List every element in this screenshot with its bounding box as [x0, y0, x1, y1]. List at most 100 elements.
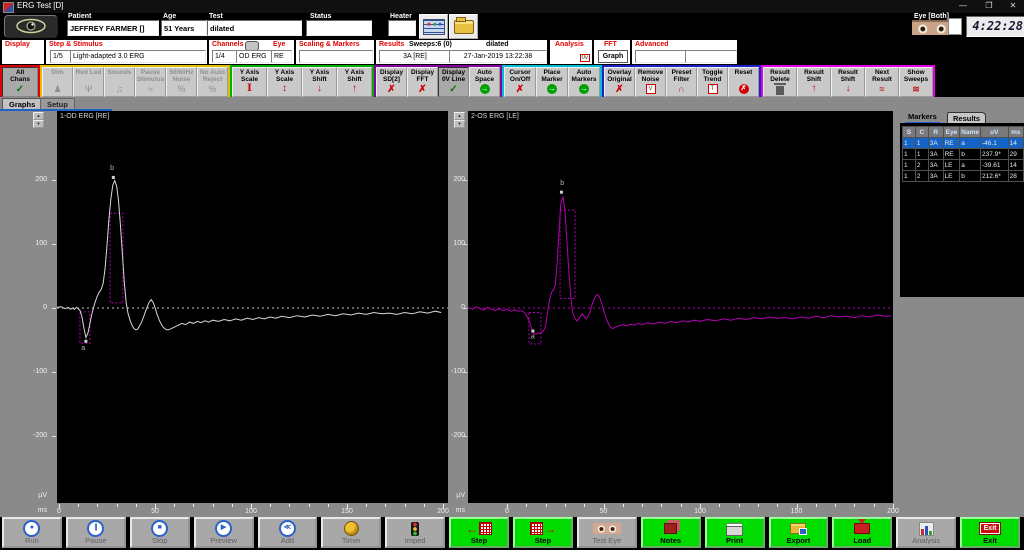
fft-mode-field[interactable]: Graph	[598, 50, 628, 63]
column-header-r[interactable]: R	[927, 126, 944, 138]
column-header-ms[interactable]: ms	[1007, 126, 1024, 138]
stimulus-name-field[interactable]: Light-adapted 3.0 ERG	[70, 50, 206, 63]
channel-eye-field[interactable]: RE	[271, 50, 292, 63]
add-button[interactable]: ≪ Add	[257, 517, 318, 548]
step-stimulus-section[interactable]: Step & Stimulus 1/5 Light-adapted 3.0 ER…	[45, 39, 208, 65]
toolbar-button-sounds[interactable]: Sounds ♫	[104, 67, 135, 97]
toolbar-button-show-sweeps[interactable]: Show Sweeps ≋	[899, 67, 933, 97]
advanced-field-1[interactable]	[635, 50, 687, 63]
toolbar-button-overlay-original[interactable]: Overlay Original ✗	[604, 67, 635, 97]
spinner-up-icon[interactable]: ▲	[33, 112, 44, 120]
toolbar-button-place-marker[interactable]: Place Marker →	[536, 67, 568, 97]
toolbar-button-y-axis-scale-expand[interactable]: Y Axis Scale I	[232, 67, 267, 97]
toolbar-button-result-delete[interactable]: Result Delete	[763, 67, 797, 97]
channels-section[interactable]: Channels Eye 1/4 OD ERG RE	[208, 39, 295, 65]
toolbar-button-toggle-trend[interactable]: Toggle Trend T	[697, 67, 728, 97]
analysis-button[interactable]: Analysis	[896, 517, 957, 548]
toolbar-button-50-60hz-noise[interactable]: 50/60Hz Noise%	[166, 67, 197, 97]
toolbar-button-preset-filter[interactable]: Preset Filter ∩	[666, 67, 697, 97]
marker-point-a[interactable]	[84, 339, 88, 343]
marker-point-a[interactable]	[531, 329, 535, 333]
result-datetime-field[interactable]: 27-Jan-2019 13:22:38	[449, 50, 547, 63]
status-field[interactable]	[306, 20, 372, 36]
column-header-uv[interactable]: uV	[980, 126, 1009, 138]
patient-field[interactable]	[67, 20, 159, 36]
channel-name-field[interactable]: OD ERG	[236, 50, 272, 63]
print-button[interactable]: Print	[704, 517, 765, 548]
archive-button[interactable]	[449, 14, 478, 39]
pause-button[interactable]: ∥ Pause	[65, 517, 126, 548]
results-section[interactable]: Results Sweeps:6 (0) dilated 3A [RE] 27-…	[375, 39, 548, 65]
maximize-button[interactable]: ❐	[978, 0, 1000, 12]
toolbar-button-y-axis-shift-up[interactable]: Y Axis Shift ↑	[337, 67, 372, 97]
spinner-down-icon[interactable]: ▼	[33, 120, 44, 128]
result-id-field[interactable]: 3A [RE]	[379, 50, 451, 63]
toolbar-button-auto-space[interactable]: Auto Space →	[469, 67, 500, 97]
analysis-section[interactable]: Analysis 0v	[549, 39, 593, 65]
test-eye-button[interactable]: Test Eye	[576, 517, 637, 548]
toolbar-button-display-0v-line[interactable]: Display 0V Line ✓	[438, 67, 469, 97]
spinner-up-icon[interactable]: ▲	[454, 112, 465, 120]
step-back-button[interactable]: ← Step	[449, 517, 509, 548]
exit-button[interactable]: Exit Exit	[960, 517, 1020, 548]
run-button[interactable]: ● Run	[2, 517, 62, 548]
test-field[interactable]	[207, 20, 302, 36]
channel-number-field[interactable]: 1/4	[212, 50, 238, 63]
toolbar-button-no-auto-reject[interactable]: No Auto Reject%	[197, 67, 228, 97]
column-header-s[interactable]: S	[902, 126, 916, 138]
toolbar-button-auto-markers[interactable]: Auto Markers →	[568, 67, 600, 97]
preview-button[interactable]: ▶ Preview	[193, 517, 254, 548]
graph2-spinner[interactable]: ▲ ▼	[454, 112, 465, 129]
column-header-c[interactable]: C	[914, 126, 929, 138]
column-header-eye[interactable]: Eye	[942, 126, 961, 138]
spinner-down-icon[interactable]: ▼	[454, 120, 465, 128]
toolbar-button-red-led[interactable]: Red Led Ψ	[73, 67, 104, 97]
toolbar-button-all-chans[interactable]: All Chans ✓	[2, 67, 38, 97]
timer-button[interactable]: Timer	[321, 517, 382, 548]
notes-button[interactable]: Notes	[640, 517, 701, 548]
erg-plot-os[interactable]: ab	[468, 111, 893, 503]
load-button[interactable]: Load	[832, 517, 893, 548]
graph1-spinner[interactable]: ▲ ▼	[33, 112, 44, 129]
eye-select-button[interactable]	[4, 15, 58, 38]
display-section[interactable]: Display	[1, 39, 45, 65]
toolbar-button-cursor-on-off[interactable]: Cursor On/Off ✗	[504, 67, 536, 97]
toolbar-button-remove-noise[interactable]: Remove Noise V	[635, 67, 666, 97]
age-field[interactable]	[161, 20, 207, 36]
advanced-section[interactable]: Advanced	[631, 39, 738, 65]
toolbar-button-display-fft[interactable]: Display FFT ✗	[407, 67, 438, 97]
toolbar-button-display-sd2[interactable]: Display SD[2] ✗	[376, 67, 407, 97]
result-row-4[interactable]: 1 2 3A LE b 212.6* 28	[902, 170, 1024, 182]
device-settings-button[interactable]	[419, 14, 448, 39]
analysis-0v-badge[interactable]: 0v	[579, 54, 590, 62]
imped-button[interactable]: Imped	[385, 517, 446, 548]
toolbar-button-y-axis-scale-compress[interactable]: Y Axis Scale ↕	[267, 67, 302, 97]
heater-field[interactable]	[388, 20, 416, 36]
toolbar-button-reset[interactable]: Reset ✗	[728, 67, 759, 97]
close-button[interactable]: ✕	[1002, 0, 1024, 12]
eye-indicator-box[interactable]	[948, 18, 962, 35]
scaling-field[interactable]	[299, 50, 373, 63]
result-row-3[interactable]: 1 2 3A LE a -39.61 14	[902, 159, 1024, 171]
result-row-2[interactable]: 1 1 3A RE b 237.9* 29	[902, 148, 1024, 160]
toolbar-button-dim[interactable]: Dim ♟	[42, 67, 73, 97]
advanced-field-2[interactable]	[685, 50, 737, 63]
column-header-name[interactable]: Name	[959, 126, 982, 138]
erg-plot-od[interactable]: ab	[57, 111, 448, 503]
step-forward-button[interactable]: → Step	[513, 517, 573, 548]
load-icon	[854, 519, 871, 534]
scaling-markers-section[interactable]: Scaling & Markers	[295, 39, 375, 65]
toolbar-button-result-shift-up[interactable]: Result Shift ↑	[797, 67, 831, 97]
toolbar-button-next-result[interactable]: Next Result ≈	[865, 67, 899, 97]
toolbar-button-pause-stimulus[interactable]: Pause Stimulus ≈	[135, 67, 166, 97]
marker-point-b[interactable]	[111, 175, 115, 179]
fft-section[interactable]: FFT Graph	[593, 39, 631, 65]
step-number-field[interactable]: 1/5	[50, 50, 72, 63]
marker-point-b[interactable]	[559, 190, 563, 194]
toolbar-button-y-axis-shift-down[interactable]: Y Axis Shift ↓	[302, 67, 337, 97]
result-row-1[interactable]: 1 1 3A RE a -46.1 14	[902, 137, 1024, 149]
toolbar-button-result-shift-down[interactable]: Result Shift ↓	[831, 67, 865, 97]
minimize-button[interactable]: —	[952, 0, 974, 12]
stop-button[interactable]: ■ Stop	[129, 517, 190, 548]
export-button[interactable]: Export	[768, 517, 829, 548]
